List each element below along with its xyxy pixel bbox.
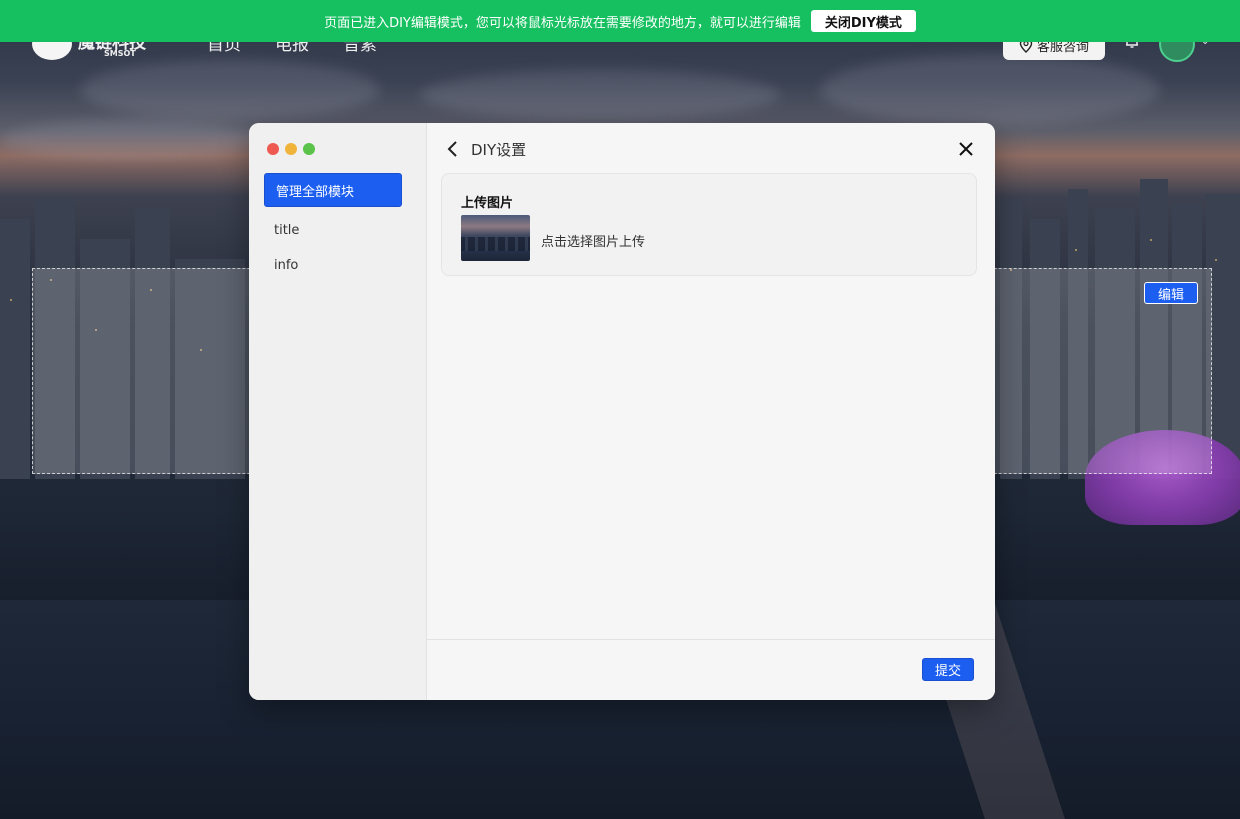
window-maximize-dot[interactable] xyxy=(303,143,315,155)
upload-image-card: 上传图片 点击选择图片上传 xyxy=(441,173,977,276)
cloud xyxy=(80,60,380,120)
chevron-left-icon[interactable] xyxy=(445,139,461,159)
modal-title: DIY设置 xyxy=(471,141,527,159)
window-minimize-dot[interactable] xyxy=(285,143,297,155)
diy-mode-bar: 页面已进入DIY编辑模式，您可以将鼠标光标放在需要修改的地方，就可以进行编辑 关… xyxy=(0,0,1240,42)
sidebar-item-info[interactable]: info xyxy=(274,258,298,273)
logo-subtext: SMSOT xyxy=(104,49,136,58)
footer-divider xyxy=(427,639,995,640)
window-close-dot[interactable] xyxy=(267,143,279,155)
modal-main: DIY设置 上传图片 点击选择图片上传 提交 xyxy=(427,123,995,700)
region-edit-button[interactable]: 编辑 xyxy=(1144,282,1198,304)
upload-hint[interactable]: 点击选择图片上传 xyxy=(541,231,645,250)
close-icon[interactable] xyxy=(957,140,975,158)
modal-sidebar: 管理全部模块 title info xyxy=(249,123,427,700)
close-diy-mode-button[interactable]: 关闭DIY模式 xyxy=(810,10,916,32)
submit-button[interactable]: 提交 xyxy=(922,658,974,681)
sidebar-item-manage-all[interactable]: 管理全部模块 xyxy=(264,173,402,207)
cloud xyxy=(420,70,780,120)
sidebar-item-title[interactable]: title xyxy=(274,223,299,238)
diy-settings-modal: 管理全部模块 title info DIY设置 上传图片 点击选择图片上传 提交 xyxy=(249,123,995,700)
cloud xyxy=(0,120,260,160)
cloud xyxy=(820,55,1160,125)
diy-mode-message: 页面已进入DIY编辑模式，您可以将鼠标光标放在需要修改的地方，就可以进行编辑 xyxy=(324,15,801,31)
uploaded-image-thumbnail[interactable] xyxy=(461,215,530,261)
upload-title: 上传图片 xyxy=(461,196,514,211)
